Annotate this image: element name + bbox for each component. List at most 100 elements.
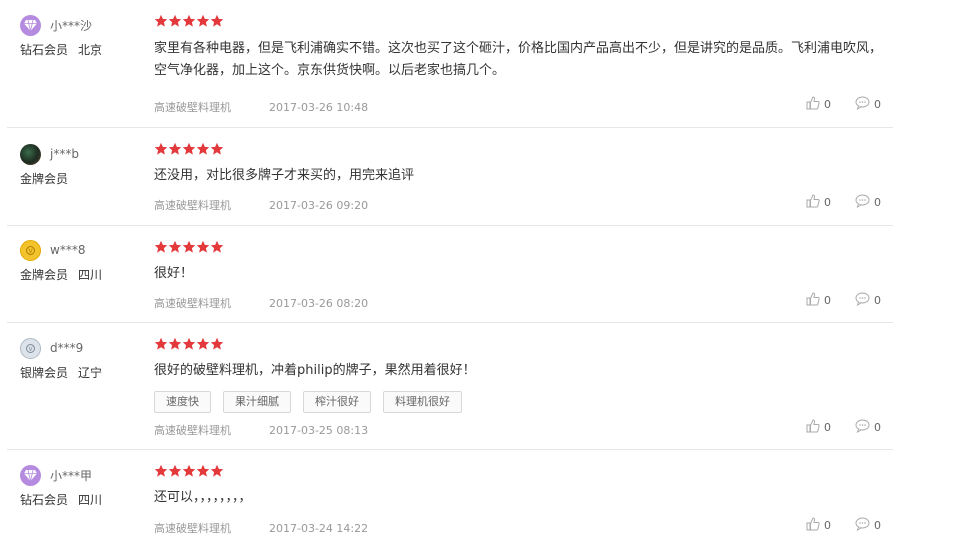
comment-bubble-icon [855, 194, 874, 211]
review-date: 2017-03-25 08:13 [269, 424, 369, 437]
review-content: 很好的破壁料理机，冲着philip的牌子，果然用着很好！ [154, 363, 476, 378]
star-icon [154, 240, 168, 253]
reviewer-location: 辽宁 [78, 366, 103, 380]
reviewer-info: j***b 金牌会员 [20, 143, 140, 187]
like-count: 0 [824, 98, 831, 111]
review-meta: 高速破壁料理机 2017-03-26 08:20 [154, 295, 368, 311]
product-variant: 高速破壁料理机 [154, 199, 231, 212]
reply-button[interactable]: 0 [855, 292, 881, 309]
like-button[interactable]: 0 [806, 419, 831, 436]
review-item: j***b 金牌会员 还没用，对比很多牌子才来买的，用完来追评 高速破壁料理机 2… [7, 128, 893, 226]
member-level: 金牌会员 [20, 268, 69, 282]
star-icon [196, 142, 210, 155]
reviewer-nickname[interactable]: w***8 [50, 243, 85, 257]
like-button[interactable]: 0 [806, 292, 831, 309]
member-level: 金牌会员 [20, 172, 69, 186]
star-icon [196, 14, 210, 27]
thumbs-up-icon [806, 292, 824, 309]
star-icon [182, 464, 196, 477]
star-icon [182, 142, 196, 155]
review-content: 很好！ [154, 266, 194, 281]
review-content: 还没用，对比很多牌子才来买的，用完来追评 [154, 168, 415, 183]
reviewer-info: 小***甲 钻石会员 四川 [20, 464, 140, 508]
reviewer-nickname[interactable]: j***b [50, 147, 79, 161]
product-variant: 高速破壁料理机 [154, 424, 231, 437]
reply-count: 0 [874, 421, 881, 434]
thumbs-up-icon [806, 96, 824, 113]
review-meta: 高速破壁料理机 2017-03-26 09:20 [154, 197, 368, 213]
reply-count: 0 [874, 98, 881, 111]
reply-button[interactable]: 0 [855, 517, 881, 534]
thumbs-up-icon [806, 517, 824, 534]
star-icon [210, 240, 224, 253]
reviewer-nickname[interactable]: d***9 [50, 341, 83, 355]
member-level: 钻石会员 [20, 493, 69, 507]
star-icon [182, 337, 196, 350]
reviewer-info: V w***8 金牌会员 四川 [20, 239, 140, 283]
review-meta: 高速破壁料理机 2017-03-24 14:22 [154, 520, 368, 536]
star-icon [182, 14, 196, 27]
reply-button[interactable]: 0 [855, 419, 881, 436]
reply-button[interactable]: 0 [855, 194, 881, 211]
review-meta: 高速破壁料理机 2017-03-26 10:48 [154, 99, 368, 115]
comment-bubble-icon [855, 419, 874, 436]
like-button[interactable]: 0 [806, 96, 831, 113]
star-icon [154, 337, 168, 350]
star-icon [196, 240, 210, 253]
reviewer-nickname[interactable]: 小***甲 [50, 467, 92, 484]
review-tag: 果汁细腻 [223, 391, 291, 413]
star-icon [196, 464, 210, 477]
comment-bubble-icon [855, 292, 874, 309]
like-button[interactable]: 0 [806, 194, 831, 211]
thumbs-up-icon [806, 419, 824, 436]
reviewer-location: 北京 [78, 43, 103, 57]
star-icon [210, 14, 224, 27]
reviewer-info: 小***沙 钻石会员 北京 [20, 14, 140, 58]
review-tag: 料理机很好 [383, 391, 462, 413]
star-icon [154, 142, 168, 155]
comment-bubble-icon [855, 96, 874, 113]
thumbs-up-icon [806, 194, 824, 211]
review-item: V d***9 银牌会员 辽宁 很好的破壁料理机，冲着philip的牌子，果然用着… [7, 323, 893, 450]
star-icon [154, 464, 168, 477]
star-icon [168, 142, 182, 155]
star-rating [154, 14, 889, 28]
reviewer-nickname[interactable]: 小***沙 [50, 17, 92, 34]
review-content: 家里有各种电器，但是飞利浦确实不错。这次也买了这个砸汁，价格比国内产品高出不少，… [154, 41, 883, 78]
review-content: 还可以，，，，，，，， [154, 490, 252, 505]
review-date: 2017-03-26 10:48 [269, 101, 369, 114]
like-count: 0 [824, 519, 831, 532]
star-rating [154, 142, 889, 156]
product-variant: 高速破壁料理机 [154, 297, 231, 310]
star-rating [154, 464, 889, 478]
star-icon [168, 14, 182, 27]
like-count: 0 [824, 421, 831, 434]
reply-count: 0 [874, 196, 881, 209]
star-icon [210, 337, 224, 350]
reviewer-location: 四川 [78, 493, 103, 507]
star-icon [196, 337, 210, 350]
review-date: 2017-03-26 09:20 [269, 199, 369, 212]
review-item: 小***甲 钻石会员 四川 还可以，，，，，，，， 高速破壁料理机 2017-03-… [7, 450, 893, 545]
review-meta: 高速破壁料理机 2017-03-25 08:13 [154, 422, 368, 438]
silver-badge-icon: V [20, 337, 41, 359]
review-date: 2017-03-26 08:20 [269, 297, 369, 310]
reply-button[interactable]: 0 [855, 96, 881, 113]
comment-bubble-icon [855, 517, 874, 534]
reply-count: 0 [874, 294, 881, 307]
member-level: 银牌会员 [20, 366, 69, 380]
like-button[interactable]: 0 [806, 517, 831, 534]
star-rating [154, 240, 889, 254]
diamond-badge-icon [20, 464, 41, 486]
member-level: 钻石会员 [20, 43, 69, 57]
star-icon [168, 337, 182, 350]
product-variant: 高速破壁料理机 [154, 522, 231, 535]
user-photo-avatar [20, 143, 41, 165]
review-date: 2017-03-24 14:22 [269, 522, 369, 535]
star-icon [210, 464, 224, 477]
diamond-badge-icon [20, 14, 41, 36]
gold-badge-icon: V [20, 239, 41, 261]
reviewer-location: 四川 [78, 268, 103, 282]
star-icon [182, 240, 196, 253]
review-item: V w***8 金牌会员 四川 很好！ 高速破壁料理机 2017-03-26 08:… [7, 226, 893, 323]
